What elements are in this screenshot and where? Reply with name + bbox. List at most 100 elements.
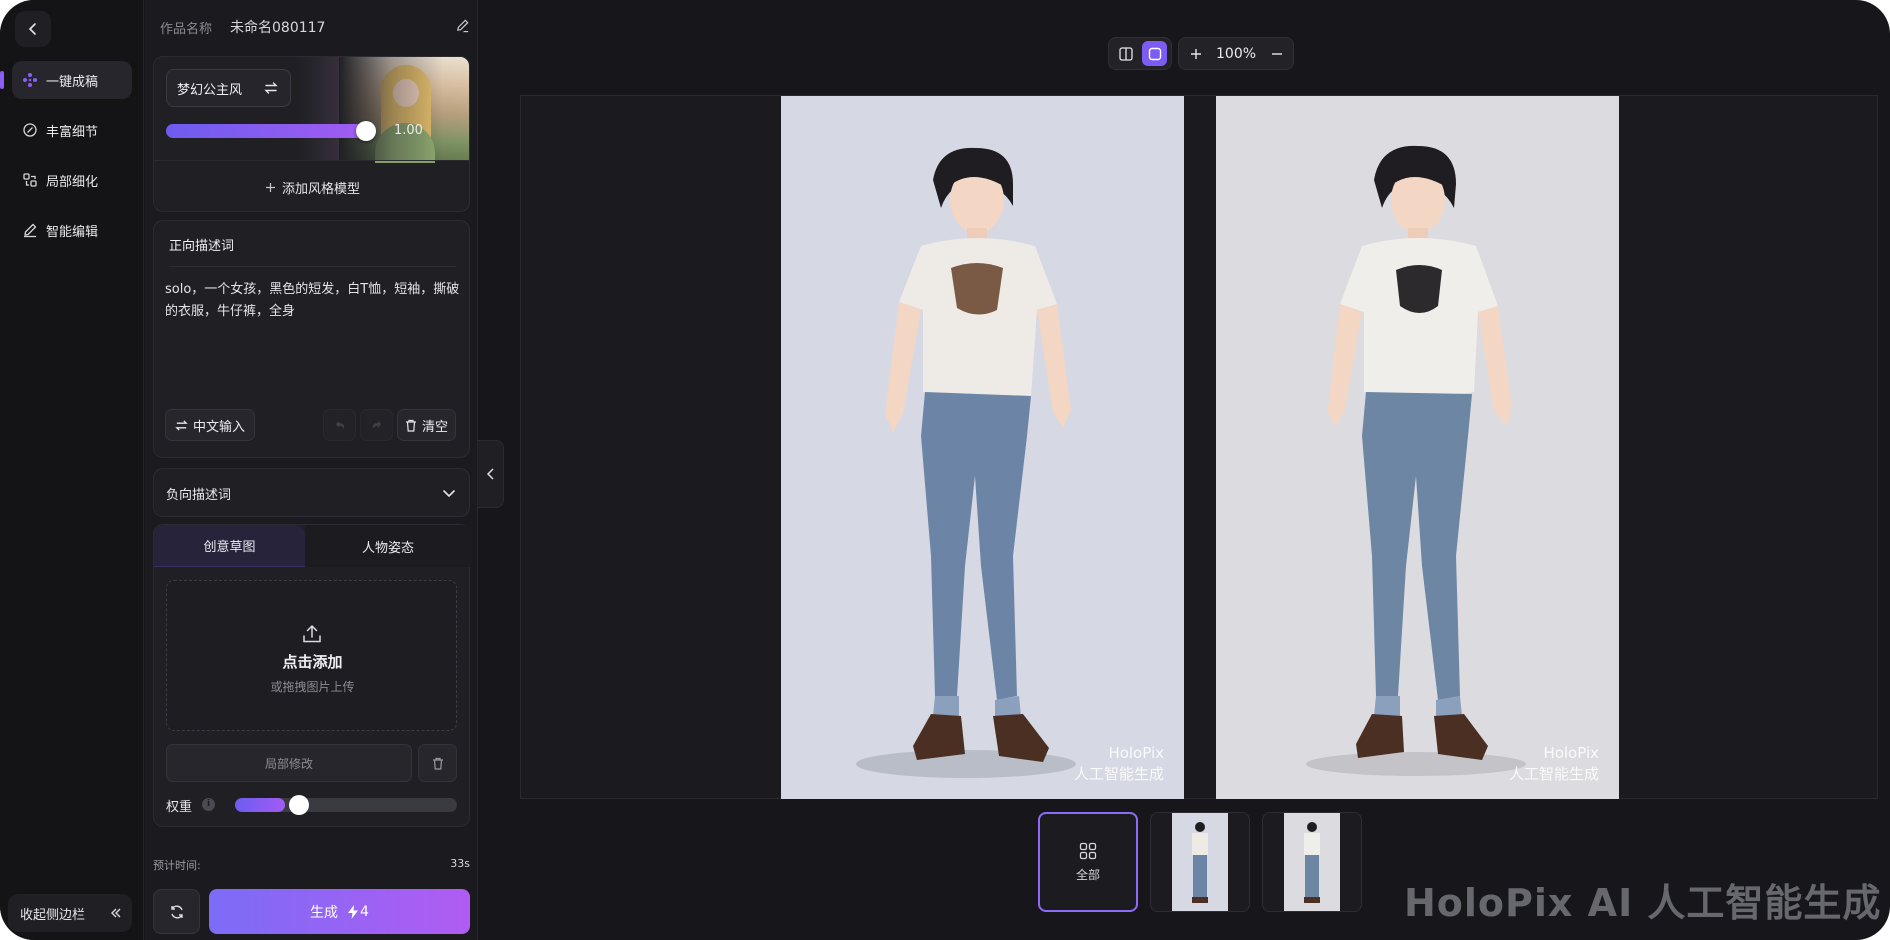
undo-icon <box>335 421 344 429</box>
style-model-selector[interactable]: 梦幻公主风 <box>166 69 291 107</box>
tab-creative-sketch[interactable]: 创意草图 <box>154 525 305 567</box>
generated-image-2[interactable]: HoloPix 人工智能生成 <box>1216 96 1619 799</box>
negative-prompt-section[interactable]: 负向描述词 <box>153 468 470 517</box>
thumbnail-all[interactable]: 全部 <box>1038 812 1138 912</box>
thumbnail-strip: 全部 <box>1038 812 1362 912</box>
image-watermark: HoloPix 人工智能生成 <box>1508 744 1599 783</box>
image-canvas: HoloPix 人工智能生成 HoloPix 人工智能生成 <box>520 95 1878 799</box>
upload-subtitle: 或拖拽图片上传 <box>270 680 355 694</box>
nav-label: 一键成稿 <box>46 74 99 90</box>
image-watermark: HoloPix 人工智能生成 <box>1073 744 1164 783</box>
panel-toggle-button[interactable] <box>478 440 504 508</box>
thumbnail-all-label: 全部 <box>1075 867 1100 882</box>
active-indicator <box>0 71 4 89</box>
plus-icon <box>265 182 275 192</box>
left-nav: 一键成稿 丰富细节 局部细化 智能编辑 收起侧边栏 <box>0 0 144 940</box>
chevron-left-icon <box>486 468 494 480</box>
estimated-time: 预计时间: 33s <box>153 857 470 873</box>
nav-item-smart-edit[interactable]: 智能编辑 <box>12 211 132 249</box>
grid-dots-icon <box>23 73 37 87</box>
single-view-icon <box>1148 47 1161 60</box>
style-strength-slider[interactable] <box>166 124 365 138</box>
negative-prompt-header: 负向描述词 <box>166 488 232 503</box>
chevron-left-icon <box>28 23 36 35</box>
add-style-label: 添加风格模型 <box>281 181 360 197</box>
zoom-out-button[interactable] <box>1264 41 1289 66</box>
pencil-icon <box>24 223 37 238</box>
redo-button[interactable] <box>360 409 393 441</box>
thumbnail-image-2[interactable] <box>1262 812 1362 912</box>
thumbnail-preview <box>1284 813 1340 911</box>
minus-icon <box>1271 52 1282 55</box>
weight-slider-knob[interactable] <box>289 795 309 815</box>
zoom-group: 100% <box>1178 37 1295 70</box>
app-window: 一键成稿 丰富细节 局部细化 智能编辑 收起侧边栏 作品名称 未命名080117… <box>0 0 1890 940</box>
style-strength-value: 1.00 <box>394 123 423 138</box>
generate-cost: 4 <box>360 903 369 920</box>
generated-image-1[interactable]: HoloPix 人工智能生成 <box>781 96 1184 799</box>
back-button[interactable] <box>15 11 51 47</box>
thumbnail-image-1[interactable] <box>1150 812 1250 912</box>
zoom-level: 100% <box>1216 45 1257 62</box>
undo-button[interactable] <box>323 409 356 441</box>
project-name-value[interactable]: 未命名080117 <box>230 17 325 37</box>
chinese-input-button[interactable]: 中文输入 <box>165 409 255 441</box>
tab-character-pose[interactable]: 人物姿态 <box>305 525 471 567</box>
canvas-toolbar: 100% <box>1108 37 1295 70</box>
swap-icon <box>175 419 188 431</box>
lightning-icon <box>348 904 359 919</box>
weight-slider-fill <box>235 798 285 812</box>
nav-item-one-click[interactable]: 一键成稿 <box>12 61 132 99</box>
settings-panel: 作品名称 未命名080117 梦幻公主风 1.00 添加风格模型 正向描述词 s… <box>145 0 478 940</box>
crop-detail-icon <box>23 173 37 187</box>
grid-icon <box>1079 842 1097 859</box>
rename-pencil-icon[interactable] <box>455 18 470 33</box>
swap-icon <box>264 82 278 94</box>
project-name-label: 作品名称 <box>160 21 213 37</box>
generate-button[interactable]: 生成 4 <box>209 889 470 934</box>
plus-icon <box>1190 48 1201 59</box>
style-model-name: 梦幻公主风 <box>177 82 243 98</box>
nav-label: 丰富细节 <box>46 124 99 140</box>
thumbnail-preview <box>1172 813 1228 911</box>
nav-item-local-refine[interactable]: 局部细化 <box>12 161 132 199</box>
local-edit-button[interactable]: 局部修改 <box>166 744 412 782</box>
brand-watermark: HoloPix AI 人工智能生成 <box>1404 881 1882 925</box>
positive-prompt-header: 正向描述词 <box>169 239 235 254</box>
split-view-button[interactable] <box>1113 41 1138 66</box>
reference-card: 创意草图 人物姿态 点击添加 或拖拽图片上传 局部修改 权重 i <box>153 524 471 827</box>
delete-reference-button[interactable] <box>418 744 457 782</box>
single-view-button[interactable] <box>1142 41 1167 66</box>
split-view-icon <box>1118 46 1133 61</box>
clear-button[interactable]: 清空 <box>397 409 456 441</box>
collapse-sidebar-button[interactable]: 收起侧边栏 <box>8 894 132 932</box>
nav-label: 智能编辑 <box>46 224 99 240</box>
sparkle-edit-icon <box>23 123 37 137</box>
double-chevron-left-icon <box>111 908 121 918</box>
image-upload-area[interactable]: 点击添加 或拖拽图片上传 <box>166 580 457 731</box>
redo-icon <box>372 421 381 429</box>
positive-prompt-card: 正向描述词 solo，一个女孩，黑色的短发，白T恤，短袖，撕破的衣服，牛仔裤，全… <box>153 220 470 458</box>
layout-toggle-group <box>1108 37 1172 70</box>
nav-item-enrich-detail[interactable]: 丰富细节 <box>12 111 132 149</box>
refresh-icon <box>170 905 183 918</box>
trash-icon <box>432 757 443 770</box>
style-model-card: 梦幻公主风 1.00 添加风格模型 <box>153 56 470 212</box>
character-illustration <box>856 147 1076 778</box>
project-title-row: 作品名称 未命名080117 <box>160 14 470 40</box>
style-strength-knob[interactable] <box>356 121 376 141</box>
estimate-label: 预计时间: <box>153 859 201 872</box>
positive-prompt-input[interactable]: solo，一个女孩，黑色的短发，白T恤，短袖，撕破的衣服，牛仔裤，全身 <box>165 279 460 323</box>
estimate-value: 33s <box>450 857 470 870</box>
nav-label: 局部细化 <box>46 174 99 190</box>
character-illustration <box>1306 145 1526 776</box>
info-icon[interactable]: i <box>202 798 215 811</box>
reset-button[interactable] <box>153 889 200 934</box>
zoom-in-button[interactable] <box>1183 41 1208 66</box>
clear-label: 清空 <box>421 419 448 435</box>
upload-title: 点击添加 <box>282 653 343 671</box>
chevron-down-icon <box>443 490 455 498</box>
upload-icon <box>303 624 321 643</box>
add-style-model-button[interactable]: 添加风格模型 <box>154 160 469 211</box>
weight-label: 权重 <box>166 800 193 815</box>
